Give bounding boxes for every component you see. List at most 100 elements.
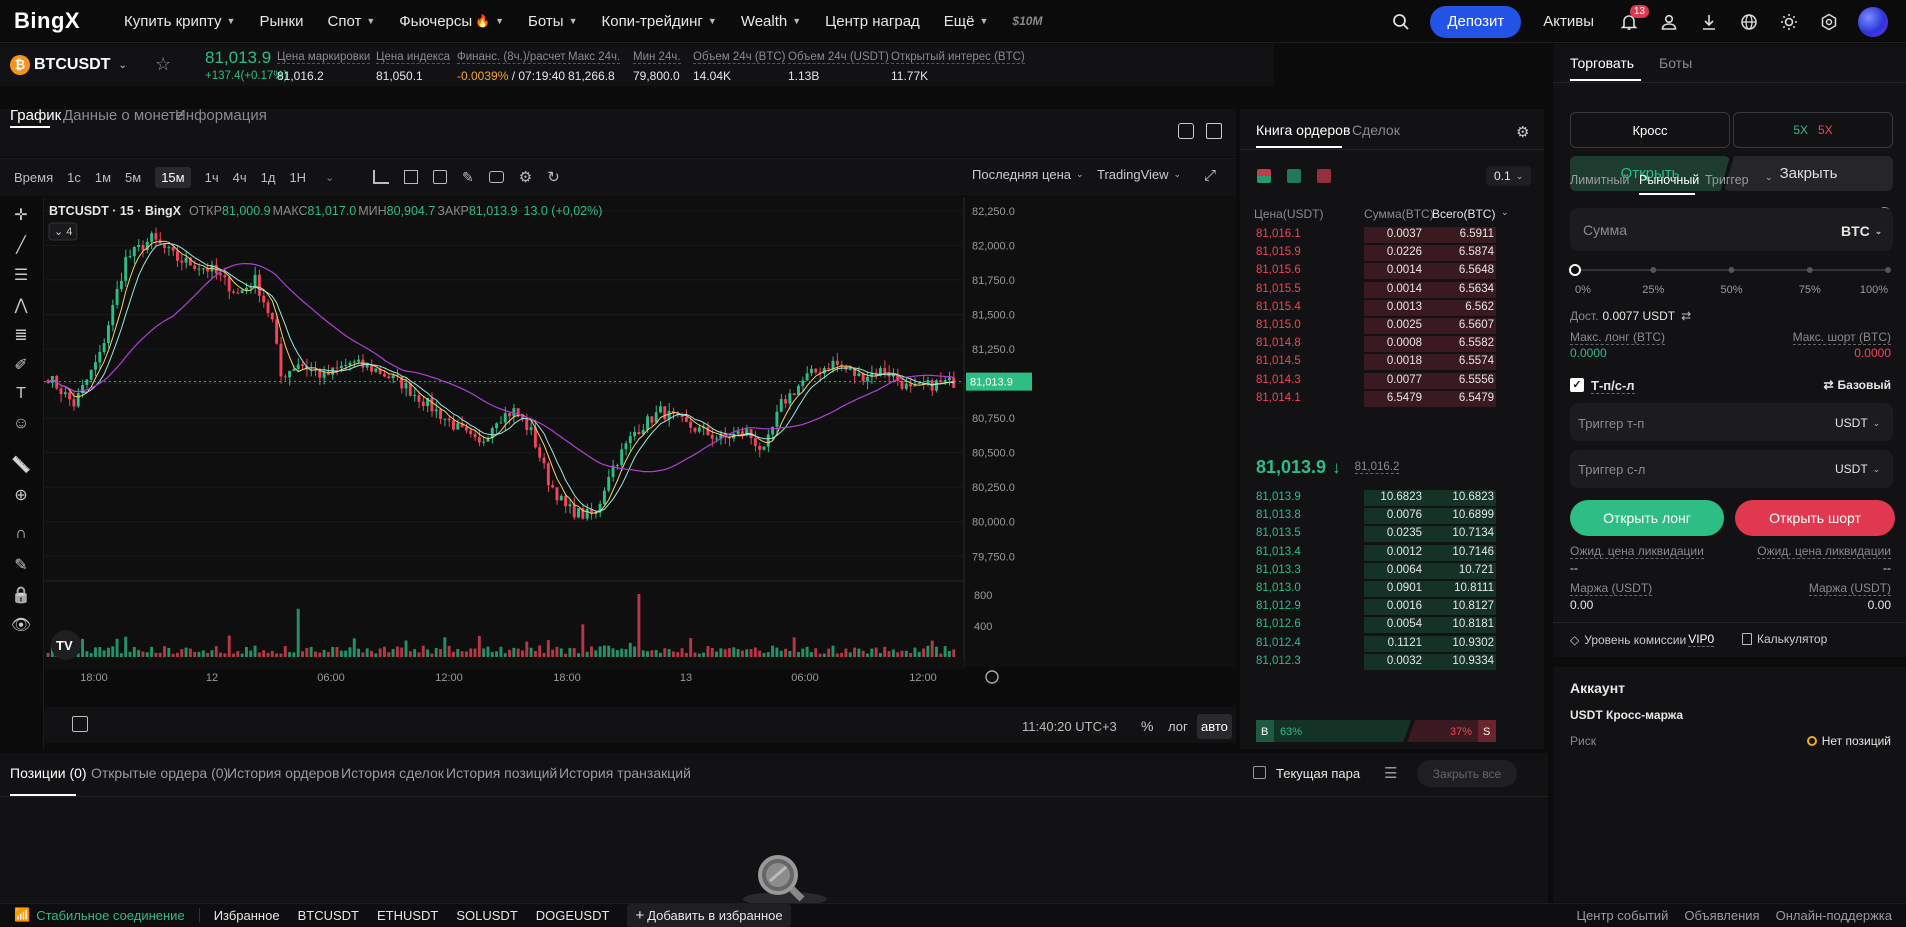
nav-item[interactable]: Wealth ▼ [741, 13, 801, 30]
brush-icon[interactable]: ✐ [9, 355, 33, 377]
orderbook-row[interactable]: 81,015.5 0.0014 6.5634 [1256, 281, 1496, 299]
download-icon[interactable] [1698, 11, 1720, 33]
zoom-in-icon[interactable]: ⊕ [9, 485, 33, 507]
favorite-star-icon[interactable]: ☆ [155, 54, 171, 75]
crosshair-icon[interactable]: ✛ [9, 205, 33, 227]
tpsl-checkbox[interactable]: ✓ [1570, 378, 1584, 392]
axis-settings-icon[interactable] [985, 670, 999, 684]
orderbook-row[interactable]: 81,015.0 0.0025 6.5607 [1256, 317, 1496, 335]
filter-icon[interactable]: ☰ [1384, 764, 1397, 782]
user-icon[interactable] [1658, 11, 1680, 33]
orderbook-row[interactable]: 81,013.8 0.0076 10.6899 [1256, 507, 1496, 525]
expand-panel-icon[interactable] [1206, 123, 1222, 139]
lock-draw-icon[interactable]: ✎ [9, 555, 33, 577]
trade-tab[interactable]: Боты [1659, 55, 1692, 71]
positions-tab[interactable]: Позиции (0) [10, 765, 87, 781]
price-type-select[interactable]: Последняя цена ⌄ [972, 167, 1084, 182]
trendline-icon[interactable]: ╱ [9, 235, 33, 257]
indicators-icon[interactable] [373, 170, 389, 184]
add-favorite-button[interactable]: + Добавить в избранное [627, 903, 791, 927]
orderbook-row[interactable]: 81,014.1 6.5479 6.5479 [1256, 390, 1496, 408]
percent-toggle[interactable]: % [1141, 718, 1153, 734]
tp-unit-select[interactable]: USDT ⌄ [1835, 416, 1880, 430]
precision-select[interactable]: 0.1 ⌄ [1486, 166, 1532, 186]
orderbook-row[interactable]: 81,012.3 0.0032 10.9334 [1256, 653, 1496, 671]
open-short-button[interactable]: Открыть шорт [1735, 500, 1895, 536]
trade-tab[interactable]: Торговать [1570, 55, 1634, 71]
chevron-down-icon[interactable]: ⌄ [1501, 207, 1509, 218]
assets-link[interactable]: Активы [1543, 13, 1594, 30]
orderbook-row[interactable]: 81,013.0 0.0901 10.8111 [1256, 580, 1496, 598]
nav-item[interactable]: Фьючерсы 🔥 ▼ [399, 13, 504, 30]
fullscreen-icon[interactable]: ⤢ [1204, 167, 1216, 184]
draw-icon[interactable]: ✎ [462, 169, 474, 186]
basic-mode-toggle[interactable]: ⇄ Базовый [1823, 378, 1891, 392]
nav-item[interactable]: Спот ▼ [327, 13, 375, 30]
calculator-link[interactable]: Калькулятор [1742, 632, 1827, 646]
orderbook-row[interactable]: 81,012.6 0.0054 10.8181 [1256, 616, 1496, 634]
chevron-down-icon[interactable]: ⌄ [1765, 172, 1773, 183]
bingx-logo[interactable]: BingX [14, 8, 124, 34]
open-long-button[interactable]: Открыть лонг [1570, 500, 1724, 536]
theme-sun-icon[interactable] [1778, 11, 1800, 33]
sl-unit-select[interactable]: USDT ⌄ [1835, 462, 1880, 476]
amount-unit-select[interactable]: BTC ⌄ [1841, 223, 1882, 239]
order-type-tab[interactable]: Триггер [1705, 173, 1749, 187]
nav-item[interactable]: Ещё ▼ [944, 13, 989, 30]
magnet-icon[interactable]: ∩ [9, 525, 33, 547]
chart-tab[interactable]: График [10, 107, 61, 124]
orderbook-header[interactable]: Всего(BTC) [1432, 207, 1495, 221]
emoji-icon[interactable]: ☺ [9, 415, 33, 437]
close-all-button[interactable]: Закрыть все [1417, 760, 1517, 787]
view-asks-icon[interactable] [1317, 169, 1331, 183]
orderbook-tab[interactable]: Книга ордеров [1256, 122, 1350, 138]
timeframe-option[interactable]: 1ч [205, 170, 219, 185]
favorite-pair[interactable]: BTCUSDT [298, 908, 359, 923]
orderbook-row[interactable]: 81,015.6 0.0014 6.5648 [1256, 262, 1496, 280]
favorite-pair[interactable]: SOLUSDT [456, 908, 517, 923]
nav-item[interactable]: Рынки [259, 13, 303, 30]
order-type-tab[interactable]: Рыночный [1639, 173, 1699, 187]
lock-icon[interactable]: 🔒 [9, 585, 33, 607]
positions-tab[interactable]: История ордеров [227, 765, 339, 781]
settings-hex-icon[interactable] [1818, 11, 1840, 33]
positions-tab[interactable]: Открытые ордера (0) [91, 765, 228, 781]
close-tab-button[interactable]: Закрыть [1724, 156, 1893, 191]
chevron-down-icon[interactable]: ⌄ [325, 171, 334, 184]
orderbook-row[interactable]: 81,012.4 0.1121 10.9302 [1256, 635, 1496, 653]
orderbook-row[interactable]: 81,013.9 10.6823 10.6823 [1256, 489, 1496, 507]
search-icon[interactable] [1390, 11, 1412, 33]
orderbook-row[interactable]: 81,014.8 0.0008 6.5582 [1256, 335, 1496, 353]
view-select[interactable]: TradingView ⌄ [1097, 167, 1181, 182]
timeframe-option[interactable]: 5м [125, 170, 141, 185]
view-bids-icon[interactable] [1287, 169, 1301, 183]
timeframe-option[interactable]: 1м [95, 170, 111, 185]
deposit-button[interactable]: Депозит [1430, 5, 1522, 38]
leverage-button[interactable]: 5X 5X [1733, 112, 1893, 148]
fib-icon[interactable]: ≣ [9, 325, 33, 347]
slider-mark[interactable] [1806, 267, 1813, 273]
timeframe-option[interactable]: 1д [261, 170, 276, 185]
favorites-label[interactable]: Избранное [214, 908, 280, 923]
orderbook-row[interactable]: 81,015.4 0.0013 6.562 [1256, 299, 1496, 317]
amount-slider[interactable]: 0% 25% 50% 75% 100% [1565, 258, 1895, 298]
horizontal-lines-icon[interactable]: ☰ [9, 265, 33, 287]
timeframe-option[interactable]: 1Н [289, 170, 306, 185]
nav-item[interactable]: Центр наград [825, 13, 920, 30]
footer-link[interactable]: Объявления [1684, 908, 1759, 923]
orderbook-row[interactable]: 81,014.5 0.0018 6.5574 [1256, 353, 1496, 371]
promo-badge[interactable]: $10M [1012, 14, 1042, 28]
timeframe-option[interactable]: 15м [155, 166, 191, 188]
nav-item[interactable]: Копи-трейдинг ▼ [601, 13, 716, 30]
avatar[interactable] [1858, 6, 1888, 37]
auto-toggle[interactable]: авто [1197, 714, 1232, 739]
candle-type-icon[interactable] [404, 170, 418, 184]
orderbook-row[interactable]: 81,014.3 0.0077 6.5556 [1256, 372, 1496, 390]
timeframe-option[interactable]: Время [14, 170, 53, 185]
positions-tab[interactable]: История транзакций [559, 765, 691, 781]
text-icon[interactable]: T [9, 385, 33, 407]
margin-mode-button[interactable]: Кросс [1570, 112, 1730, 148]
candlestick-chart[interactable]: 82,250.0 82,000.0 81,750.0 81,500.0 81,250.0… [44, 197, 1236, 749]
orderbook-settings-icon[interactable]: ⚙ [1516, 123, 1529, 141]
slider-mark[interactable] [1728, 267, 1735, 273]
